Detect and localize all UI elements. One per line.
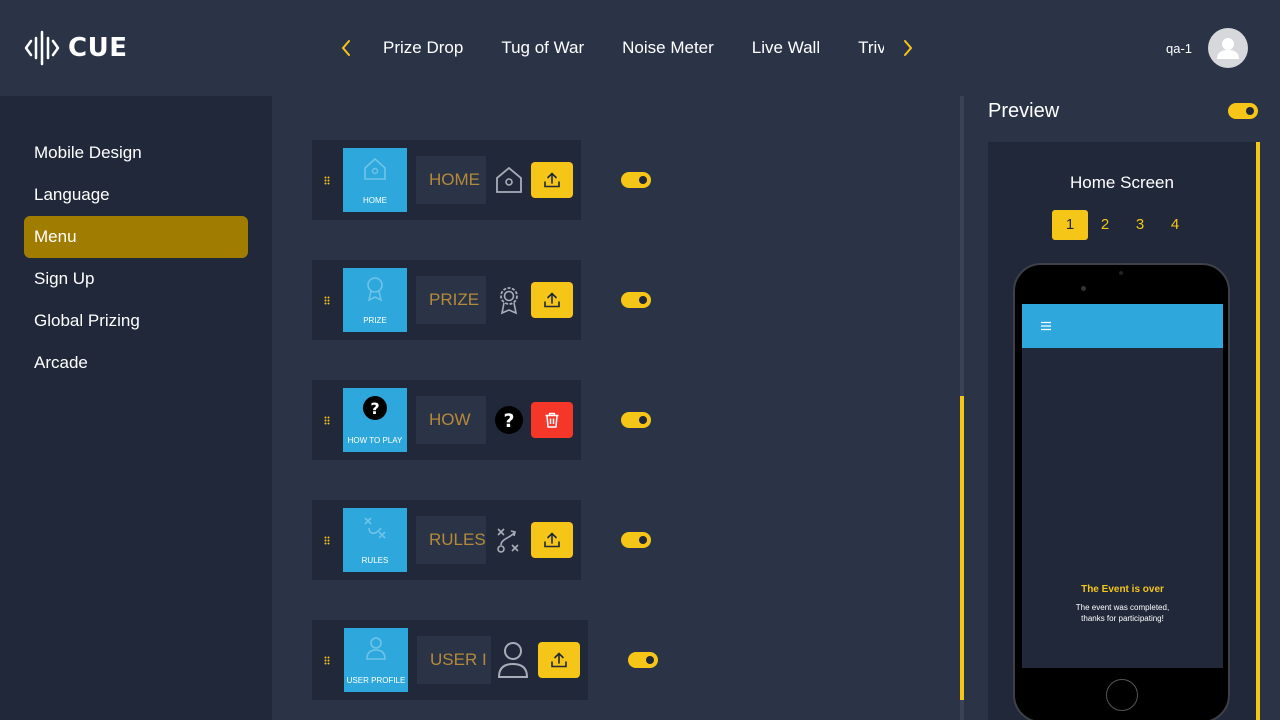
tabs-next-button[interactable] xyxy=(896,36,920,60)
preview-page-2[interactable]: 2 xyxy=(1087,210,1123,240)
event-over-title: The Event is over xyxy=(1081,584,1164,595)
preview-panel-accent xyxy=(1256,142,1260,720)
preview-screen-title: Home Screen xyxy=(1070,173,1174,192)
menu-item-tile[interactable]: HOME xyxy=(343,148,407,212)
menu-item-tile[interactable]: USER PROFILE xyxy=(344,628,408,692)
phone-speaker xyxy=(1119,271,1123,275)
menu-item-row: USER PROFILE USER I xyxy=(312,620,588,700)
event-message-line: The event was completed, xyxy=(1075,603,1170,612)
menu-item-name-input[interactable]: USER I xyxy=(417,636,491,684)
logo[interactable]: CUE xyxy=(24,30,127,66)
user-name: qa-1 xyxy=(1166,41,1193,56)
upload-icon xyxy=(544,292,560,308)
tabs-prev-button[interactable] xyxy=(334,36,358,60)
tile-label: RULES xyxy=(361,556,389,565)
question-icon: ? xyxy=(495,406,523,434)
drag-handle-icon[interactable] xyxy=(324,176,330,185)
event-message-line: thanks for participating! xyxy=(1081,614,1164,623)
phone-home-button xyxy=(1106,679,1138,711)
upload-icon-button[interactable] xyxy=(538,642,580,678)
question-icon: ? xyxy=(363,396,387,420)
tab-tug-of-war[interactable]: Tug of War xyxy=(501,36,584,60)
tab-live-wall[interactable]: Live Wall xyxy=(752,36,820,60)
game-tabs: Prize Drop Tug of War Noise Meter Live Wall… xyxy=(372,36,884,62)
phone-camera xyxy=(1081,286,1086,291)
menu-item-toggle[interactable] xyxy=(621,412,651,428)
drag-handle-icon[interactable] xyxy=(324,296,330,305)
strategy-icon xyxy=(364,517,386,539)
sidebar-item-language[interactable]: Language xyxy=(24,174,248,216)
upload-icon-button[interactable] xyxy=(531,522,573,558)
top-header: CUE Prize Drop Tug of War Noise Meter Live … xyxy=(0,0,1280,96)
sidebar-item-arcade[interactable]: Arcade xyxy=(24,342,248,384)
logo-text: CUE xyxy=(68,33,128,63)
preview-toggle[interactable] xyxy=(1228,103,1258,119)
drag-handle-icon[interactable] xyxy=(324,656,330,665)
scrollbar-thumb[interactable] xyxy=(960,396,964,700)
sidebar-item-menu[interactable]: Menu xyxy=(24,216,248,258)
delete-icon-button[interactable] xyxy=(531,402,573,438)
tile-label: HOW TO PLAY xyxy=(347,436,403,445)
menu-item-tile[interactable]: RULES xyxy=(343,508,407,572)
tab-prize-drop[interactable]: Prize Drop xyxy=(383,36,463,60)
preview-title: Preview xyxy=(988,100,1060,122)
tile-label: USER PROFILE xyxy=(346,676,406,685)
menu-item-toggle[interactable] xyxy=(621,292,651,308)
upload-icon xyxy=(544,172,560,188)
menu-item-name-input[interactable]: HOME xyxy=(416,156,486,204)
hamburger-menu-icon[interactable] xyxy=(1040,320,1052,332)
upload-icon xyxy=(551,652,567,668)
menu-item-name-input[interactable]: PRIZE xyxy=(416,276,486,324)
chevron-left-icon xyxy=(341,40,350,56)
tile-label: PRIZE xyxy=(363,316,387,325)
sidebar-item-global-prizing[interactable]: Global Prizing xyxy=(24,300,248,342)
tab-noise-meter[interactable]: Noise Meter xyxy=(622,36,714,60)
drag-handle-icon[interactable] xyxy=(324,416,330,425)
sidebar-item-mobile-design[interactable]: Mobile Design xyxy=(24,132,248,174)
sidebar-item-sign-up[interactable]: Sign Up xyxy=(24,258,248,300)
svg-text:?: ? xyxy=(503,410,514,432)
event-over-message: The event was completed, thanks for part… xyxy=(1022,602,1223,624)
logo-waveform-icon xyxy=(24,30,60,66)
home-icon xyxy=(496,166,522,193)
tile-label: HOME xyxy=(363,196,387,205)
menu-item-row: HOME HOME xyxy=(312,140,581,220)
preview-page-1[interactable]: 1 xyxy=(1052,210,1088,240)
user-avatar-icon xyxy=(1217,38,1239,59)
menu-item-tile[interactable]: ? HOW TO PLAY xyxy=(343,388,407,452)
award-icon xyxy=(367,277,383,302)
user-icon xyxy=(498,642,528,678)
phone-app-bar xyxy=(1022,304,1223,348)
menu-item-toggle[interactable] xyxy=(621,532,651,548)
menu-item-name-input[interactable]: HOW xyxy=(416,396,486,444)
chevron-right-icon xyxy=(904,40,913,56)
drag-handle-icon[interactable] xyxy=(324,536,330,545)
menu-item-toggle[interactable] xyxy=(628,652,658,668)
upload-icon xyxy=(544,532,560,548)
menu-item-row: PRIZE PRIZE xyxy=(312,260,581,340)
tab-trivia[interactable]: Trivia xyxy=(858,36,884,60)
avatar[interactable] xyxy=(1208,28,1248,68)
trash-icon xyxy=(545,412,559,428)
strategy-icon xyxy=(497,528,519,553)
preview-page-4[interactable]: 4 xyxy=(1157,210,1193,240)
upload-icon-button[interactable] xyxy=(531,162,573,198)
svg-text:?: ? xyxy=(370,399,379,418)
upload-icon-button[interactable] xyxy=(531,282,573,318)
menu-item-name-input[interactable]: RULES xyxy=(416,516,486,564)
menu-item-tile[interactable]: PRIZE xyxy=(343,268,407,332)
user-icon xyxy=(366,637,386,660)
menu-item-toggle[interactable] xyxy=(621,172,651,188)
sidebar: Mobile Design Language Menu Sign Up Glob… xyxy=(0,96,272,720)
preview-page-3[interactable]: 3 xyxy=(1122,210,1158,240)
home-icon xyxy=(364,157,386,180)
award-icon xyxy=(500,287,518,315)
menu-item-row: RULES RULES xyxy=(312,500,581,580)
menu-item-row: ? HOW TO PLAY HOW ? xyxy=(312,380,581,460)
